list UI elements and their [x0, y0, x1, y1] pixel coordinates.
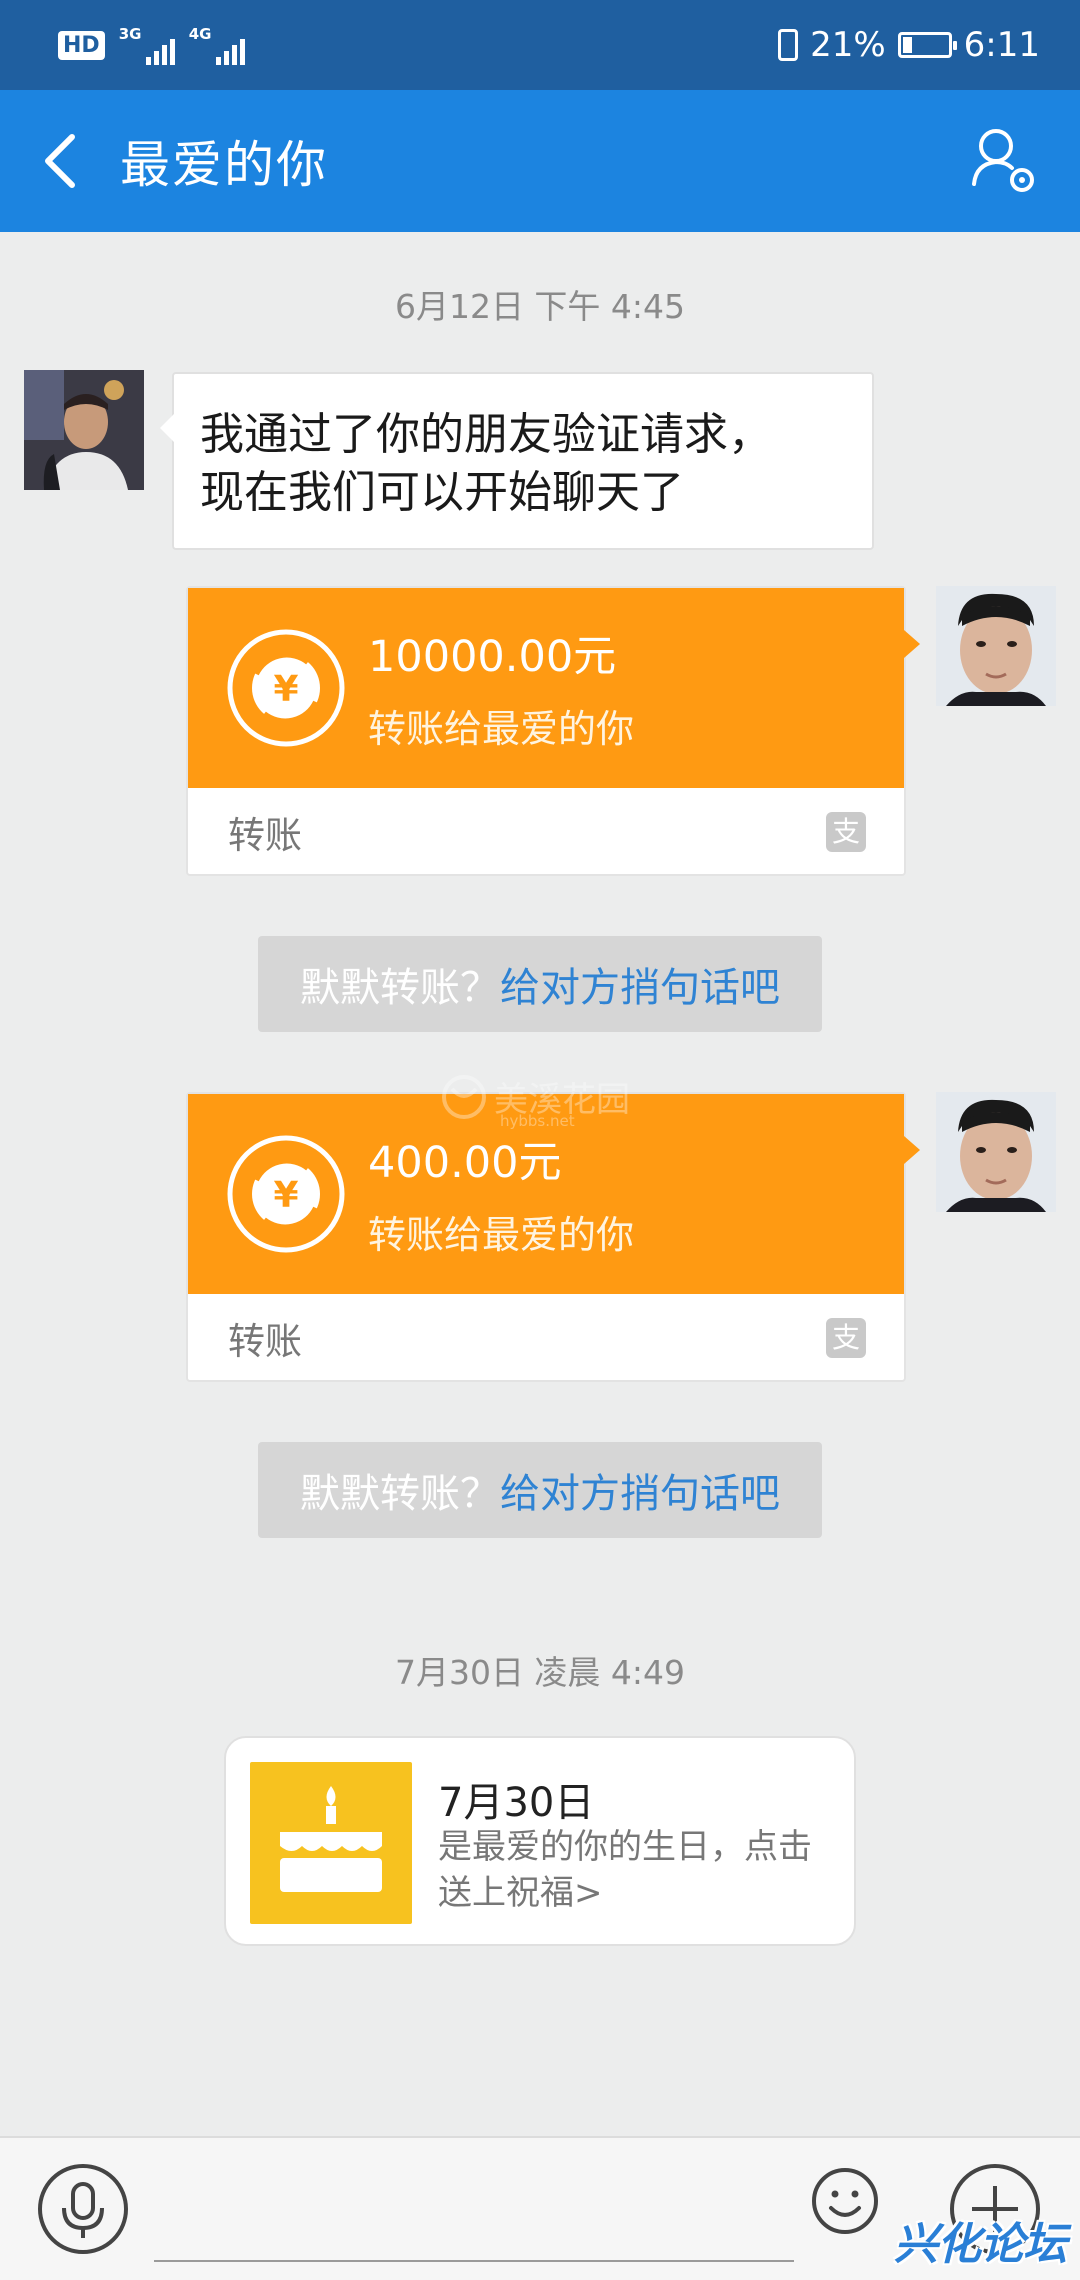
contact-photo [24, 370, 144, 490]
status-bar: HD 3G 4G 21% 6:11 [0, 0, 1080, 90]
smiley-icon [812, 2168, 878, 2234]
birthday-card[interactable]: 7月30日 是最爱的你的生日，点击送上祝福> [224, 1736, 856, 1946]
svg-text:¥: ¥ [273, 669, 298, 710]
forum-logo: 兴化论坛 [894, 2219, 1067, 2270]
battery-icon [897, 32, 957, 58]
svg-text:¥: ¥ [273, 1175, 298, 1216]
profile-settings-button[interactable] [970, 126, 1040, 196]
status-right: 21% 6:11 [778, 25, 1040, 65]
my-photo [936, 1092, 1056, 1212]
transfer-amount: 10000.00元 [368, 632, 617, 682]
microphone-icon [62, 2182, 104, 2238]
sim2-signal-icon: 4G [189, 25, 245, 65]
alipay-icon: 支 [826, 1318, 866, 1358]
birthday-text: 是最爱的你的生日，点击送上祝福> [438, 1827, 812, 1913]
hd-indicator: HD [58, 30, 105, 60]
person-settings-icon [972, 129, 1034, 192]
send-message-hint[interactable]: 默默转账？ 给对方捎句话吧 [258, 1442, 822, 1538]
battery-percent: 21% [810, 25, 886, 65]
my-avatar[interactable] [936, 1092, 1056, 1212]
timestamp: 7月30日 凌晨 4:49 [394, 1653, 686, 1692]
yuan-transfer-icon: ¥ [227, 1135, 345, 1253]
input-bar: 兴化论坛 [0, 2136, 1080, 2280]
flower-logo-icon [442, 1074, 486, 1119]
status-left: HD 3G 4G [58, 25, 245, 65]
hint-action-link[interactable]: 给对方捎句话吧 [500, 955, 780, 1013]
clock: 6:11 [963, 25, 1040, 65]
my-photo [936, 586, 1056, 706]
transfer-card-footer: 转账 支 [188, 788, 904, 876]
chevron-left-icon [45, 134, 75, 188]
hint-question: 默默转账？ [300, 965, 500, 1011]
send-message-hint[interactable]: 默默转账？ 给对方捎句话吧 [258, 936, 822, 1032]
transfer-recipient: 转账给最爱的你 [368, 1213, 635, 1257]
alipay-icon: 支 [826, 812, 866, 852]
transfer-card-footer: 转账 支 [188, 1294, 904, 1382]
watermark: 美溪花园 hybbs.net [440, 1072, 630, 1130]
message-input[interactable] [154, 2168, 794, 2262]
birthday-date: 7月30日 [438, 1780, 595, 1826]
my-avatar[interactable] [936, 586, 1056, 706]
voice-button[interactable] [38, 2164, 128, 2254]
yuan-transfer-icon: ¥ [227, 629, 345, 747]
birthday-cake-icon [250, 1762, 412, 1924]
hint-question: 默默转账？ [300, 1471, 500, 1517]
transfer-recipient: 转账给最爱的你 [368, 707, 635, 751]
hint-action-link[interactable]: 给对方捎句话吧 [500, 1461, 780, 1519]
transfer-card-top: ¥ 10000.00元 转账给最爱的你 [188, 588, 920, 788]
transfer-label: 转账 [228, 1320, 302, 1363]
contact-avatar[interactable] [24, 370, 144, 490]
transfer-amount: 400.00元 [368, 1138, 562, 1188]
system-message-bubble: 我通过了你的朋友验证请求， 现在我们可以开始聊天了 [160, 372, 874, 550]
vibrate-icon [778, 29, 799, 61]
sim1-signal-icon: 3G [119, 25, 175, 65]
back-button[interactable] [0, 90, 120, 232]
page-title: 最爱的你 [120, 136, 328, 194]
emoji-button[interactable] [810, 2166, 880, 2236]
transfer-card[interactable]: ¥ 10000.00元 转账给最爱的你 转账 支 [186, 586, 920, 876]
timestamp: 6月12日 下午 4:45 [394, 287, 686, 326]
title-bar: 最爱的你 [0, 90, 1080, 232]
transfer-card[interactable]: ¥ 400.00元 转账给最爱的你 转账 支 [186, 1092, 920, 1382]
transfer-label: 转账 [228, 814, 302, 857]
